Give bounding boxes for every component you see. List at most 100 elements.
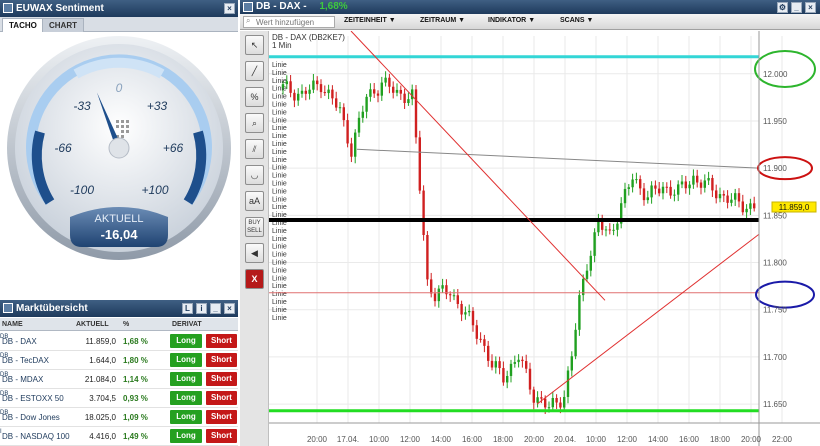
market-row[interactable]: DB - MDAX DB 21.084,0 1,14 % Long Short bbox=[0, 370, 238, 389]
x-tick-label: 22:00 bbox=[772, 435, 793, 444]
instrument-name[interactable]: DB - NASDAQ 100 bbox=[2, 432, 70, 441]
short-button[interactable]: Short bbox=[206, 410, 237, 424]
market-header: Marktübersicht L i _ × bbox=[0, 300, 238, 317]
x-tick-label: 16:00 bbox=[679, 435, 700, 444]
candle-body bbox=[433, 293, 437, 302]
candle-body bbox=[661, 186, 665, 194]
instrument-name[interactable]: DB - TecDAX bbox=[2, 356, 49, 365]
short-button[interactable]: Short bbox=[206, 353, 237, 367]
long-button[interactable]: Long bbox=[170, 391, 202, 405]
candle-body bbox=[407, 99, 410, 104]
long-button[interactable]: Long bbox=[170, 410, 202, 424]
long-button[interactable]: Long bbox=[170, 372, 202, 386]
close-icon[interactable]: × bbox=[805, 2, 816, 13]
sound-icon[interactable]: ◀ bbox=[245, 243, 264, 263]
candle-body bbox=[502, 368, 505, 383]
market-row[interactable]: DB - NASDAQ 100 I 4.416,0 1,49 % Long Sho… bbox=[0, 427, 238, 446]
curve-tool-icon[interactable]: ◡ bbox=[245, 165, 264, 185]
chart-toolbar: ⌕ ZEITEINHEIT ▼ ZEITRAUM ▼ INDIKATOR ▼ S… bbox=[240, 14, 820, 30]
line-label: Linie bbox=[272, 260, 287, 267]
zoom-tool-icon[interactable]: ⌕ bbox=[245, 113, 264, 133]
candle-body bbox=[604, 229, 608, 231]
candle-body bbox=[528, 368, 532, 390]
line-label: Linie bbox=[272, 157, 287, 164]
col-name: NAME bbox=[2, 321, 23, 328]
market-row[interactable]: DB - TecDAX DB 1.644,0 1,80 % Long Short bbox=[0, 351, 238, 370]
menu-zeiteinheit[interactable]: ZEITEINHEIT ▼ bbox=[344, 17, 396, 24]
instrument-suffix: DB bbox=[0, 391, 9, 397]
market-row[interactable]: DB - Dow Jones DB 18.025,0 1,09 % Long Sh… bbox=[0, 408, 238, 427]
instrument-name[interactable]: DB - ESTOXX 50 bbox=[2, 394, 64, 403]
line-label: Linie bbox=[272, 62, 287, 69]
short-button[interactable]: Short bbox=[206, 429, 237, 443]
line-tool-icon[interactable]: ╱ bbox=[245, 61, 264, 81]
line-label: Linie bbox=[272, 165, 287, 172]
add-instrument-input[interactable] bbox=[243, 16, 335, 28]
trendline-gray[interactable] bbox=[356, 148, 760, 169]
line-label: Linie bbox=[272, 283, 287, 290]
menu-zeitraum[interactable]: ZEITRAUM ▼ bbox=[420, 17, 465, 24]
info-icon[interactable]: i bbox=[196, 303, 207, 314]
price-chart[interactable]: DB - DAX (DB2KE7) 1 Min LinieLinieLinieL… bbox=[269, 31, 820, 446]
long-button[interactable]: Long bbox=[170, 334, 202, 348]
instrument-name[interactable]: DB - Dow Jones bbox=[2, 413, 60, 422]
candle-body bbox=[422, 190, 425, 235]
candle-body bbox=[646, 197, 649, 201]
trendline-down[interactable] bbox=[350, 31, 606, 301]
market-row[interactable]: DB - DAX DB 11.859,0 1,68 % Long Short bbox=[0, 332, 238, 351]
trendline-up[interactable] bbox=[536, 233, 760, 405]
text-tool-icon[interactable]: aA bbox=[245, 191, 264, 211]
candle-body bbox=[563, 396, 566, 408]
candle-body bbox=[479, 338, 482, 340]
market-row[interactable]: DB - ESTOXX 50 DB 3.704,5 0,93 % Long Sho… bbox=[0, 389, 238, 408]
sentiment-gauge: 0 -33 +33 -66 +66 -100 +100 AKTUELL -16,… bbox=[7, 36, 231, 260]
candle-body bbox=[665, 186, 668, 188]
long-button[interactable]: Long bbox=[170, 429, 202, 443]
parallel-tool-icon[interactable]: ⫽ bbox=[245, 139, 264, 159]
cursor-tool-icon[interactable]: ↖ bbox=[245, 35, 264, 55]
line-label: Linie bbox=[272, 86, 287, 93]
instrument-pct: 1,09 % bbox=[123, 413, 148, 422]
candle-body bbox=[331, 89, 334, 99]
candle-body bbox=[703, 180, 706, 188]
buy-sell-tool-icon[interactable]: BUY SELL bbox=[245, 217, 264, 237]
minimize-icon[interactable]: _ bbox=[210, 303, 221, 314]
tab-tacho[interactable]: TACHO bbox=[2, 18, 44, 32]
short-button[interactable]: Short bbox=[206, 372, 237, 386]
market-table-header: NAME AKTUELL % DERIVAT bbox=[0, 318, 238, 331]
drawing-toolbar: ↖ ╱ % ⌕ ⫽ ◡ aA BUY SELL ◀ X bbox=[240, 31, 269, 446]
widget-icon bbox=[3, 3, 13, 13]
candle-body bbox=[680, 181, 684, 185]
short-button[interactable]: Short bbox=[206, 334, 237, 348]
link-icon[interactable]: L bbox=[182, 303, 193, 314]
candle-body bbox=[354, 132, 357, 157]
candle-body bbox=[430, 279, 433, 294]
long-button[interactable]: Long bbox=[170, 353, 202, 367]
menu-scans[interactable]: SCANS ▼ bbox=[560, 17, 593, 24]
candle-body bbox=[490, 360, 494, 368]
close-icon[interactable]: × bbox=[224, 3, 235, 14]
gear-icon[interactable]: ⚙ bbox=[777, 2, 788, 13]
gauge-label-m100: -100 bbox=[70, 183, 94, 197]
short-button[interactable]: Short bbox=[206, 391, 237, 405]
candle-body bbox=[357, 117, 361, 133]
candle-body bbox=[612, 229, 615, 231]
highlight-circle-blue[interactable] bbox=[755, 280, 815, 309]
y-tick-label: 12.000 bbox=[763, 70, 788, 79]
candle-body bbox=[555, 397, 558, 403]
instrument-price: 4.416,0 bbox=[89, 432, 116, 441]
percent-tool-icon[interactable]: % bbox=[245, 87, 264, 107]
menu-indikator[interactable]: INDIKATOR ▼ bbox=[488, 17, 535, 24]
tab-chart[interactable]: CHART bbox=[42, 18, 84, 32]
minimize-icon[interactable]: _ bbox=[791, 2, 802, 13]
chart-legend-interval: 1 Min bbox=[272, 41, 292, 50]
candle-body bbox=[688, 184, 691, 189]
candle-body bbox=[316, 80, 319, 85]
candle-body bbox=[623, 188, 627, 204]
line-label: Linie bbox=[272, 299, 287, 306]
instrument-price: 18.025,0 bbox=[84, 413, 116, 422]
close-icon[interactable]: × bbox=[224, 303, 235, 314]
candle-body bbox=[627, 187, 630, 189]
candle-body bbox=[475, 325, 478, 339]
delete-tool-icon[interactable]: X bbox=[245, 269, 264, 289]
